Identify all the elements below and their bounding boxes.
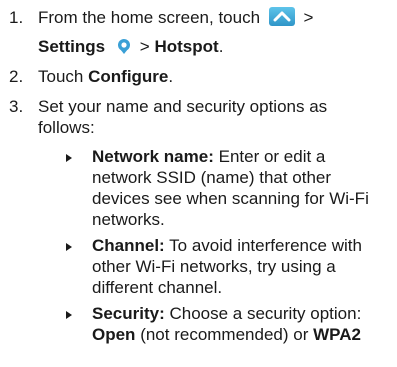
step-3-line-2: follows: — [38, 118, 95, 137]
bullet-text: Enter or edit a — [218, 147, 326, 166]
bullet-line: other Wi-Fi networks, try using a — [92, 257, 336, 276]
open-note: (not recommended) or — [140, 325, 309, 344]
instruction-document: 1. From the home screen, touch > Setting… — [0, 0, 397, 367]
bullet-line: networks. — [92, 210, 165, 229]
arrow-separator: > — [139, 37, 150, 56]
bullet-line: Channel: To avoid interference with — [92, 235, 392, 257]
chevron-up-icon — [268, 7, 295, 26]
bullet-text: Choose a security option: — [169, 304, 362, 323]
bullet-line: network SSID (name) that other — [92, 168, 332, 187]
open-label: Open — [92, 325, 136, 344]
bullet-line: Network name: Enter or edit a — [92, 146, 392, 168]
wpa2-label: WPA2 — [313, 325, 361, 344]
bullet-line: different channel. — [92, 278, 223, 297]
hotspot-label: Hotspot — [154, 37, 219, 56]
step-1-line-1: From the home screen, touch > — [38, 7, 393, 29]
period: . — [168, 67, 174, 86]
step-number: 1. — [9, 8, 24, 27]
period: . — [218, 37, 224, 56]
settings-label: Settings — [38, 37, 106, 56]
bullet-term: Channel: — [92, 236, 165, 255]
step-2-text: Touch — [38, 67, 84, 86]
step-number: 3. — [9, 97, 24, 116]
bullet-arrow-icon — [66, 243, 72, 251]
bullet-text: To avoid interference with — [169, 236, 362, 255]
arrow-separator: > — [303, 8, 314, 27]
bullet-arrow-icon — [66, 154, 72, 162]
bullet-line: Open (not recommended) or WPA2 — [92, 324, 392, 346]
step-number: 2. — [9, 67, 24, 86]
step-1-line-2: Settings > Hotspot. — [38, 36, 393, 58]
bullet-term: Network name: — [92, 147, 214, 166]
step-3-line-1: Set your name and security options as — [38, 97, 328, 116]
step-1-text: From the home screen, touch — [38, 8, 261, 27]
configure-label: Configure — [88, 67, 169, 86]
location-pin-icon — [116, 38, 132, 54]
bullet-arrow-icon — [66, 311, 72, 319]
bullet-line: Security: Choose a security option: — [92, 303, 392, 325]
step-2-line: Touch Configure. — [38, 66, 393, 88]
bullet-term: Security: — [92, 304, 165, 323]
bullet-line: devices see when scanning for Wi-Fi — [92, 189, 369, 208]
